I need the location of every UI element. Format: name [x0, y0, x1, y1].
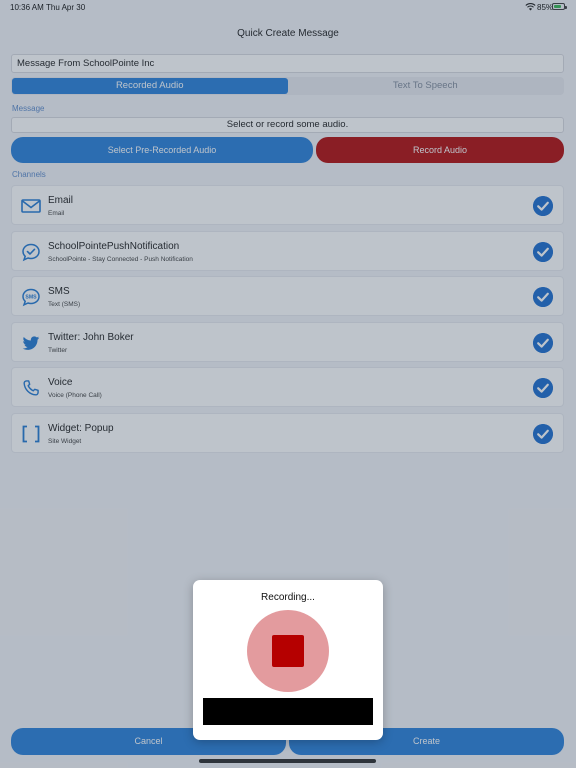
audio-level-meter	[203, 698, 373, 725]
stop-recording-button[interactable]	[247, 610, 329, 692]
recording-dialog: Recording...	[193, 580, 383, 740]
recording-title: Recording...	[261, 592, 315, 603]
stop-square-icon	[272, 635, 304, 667]
